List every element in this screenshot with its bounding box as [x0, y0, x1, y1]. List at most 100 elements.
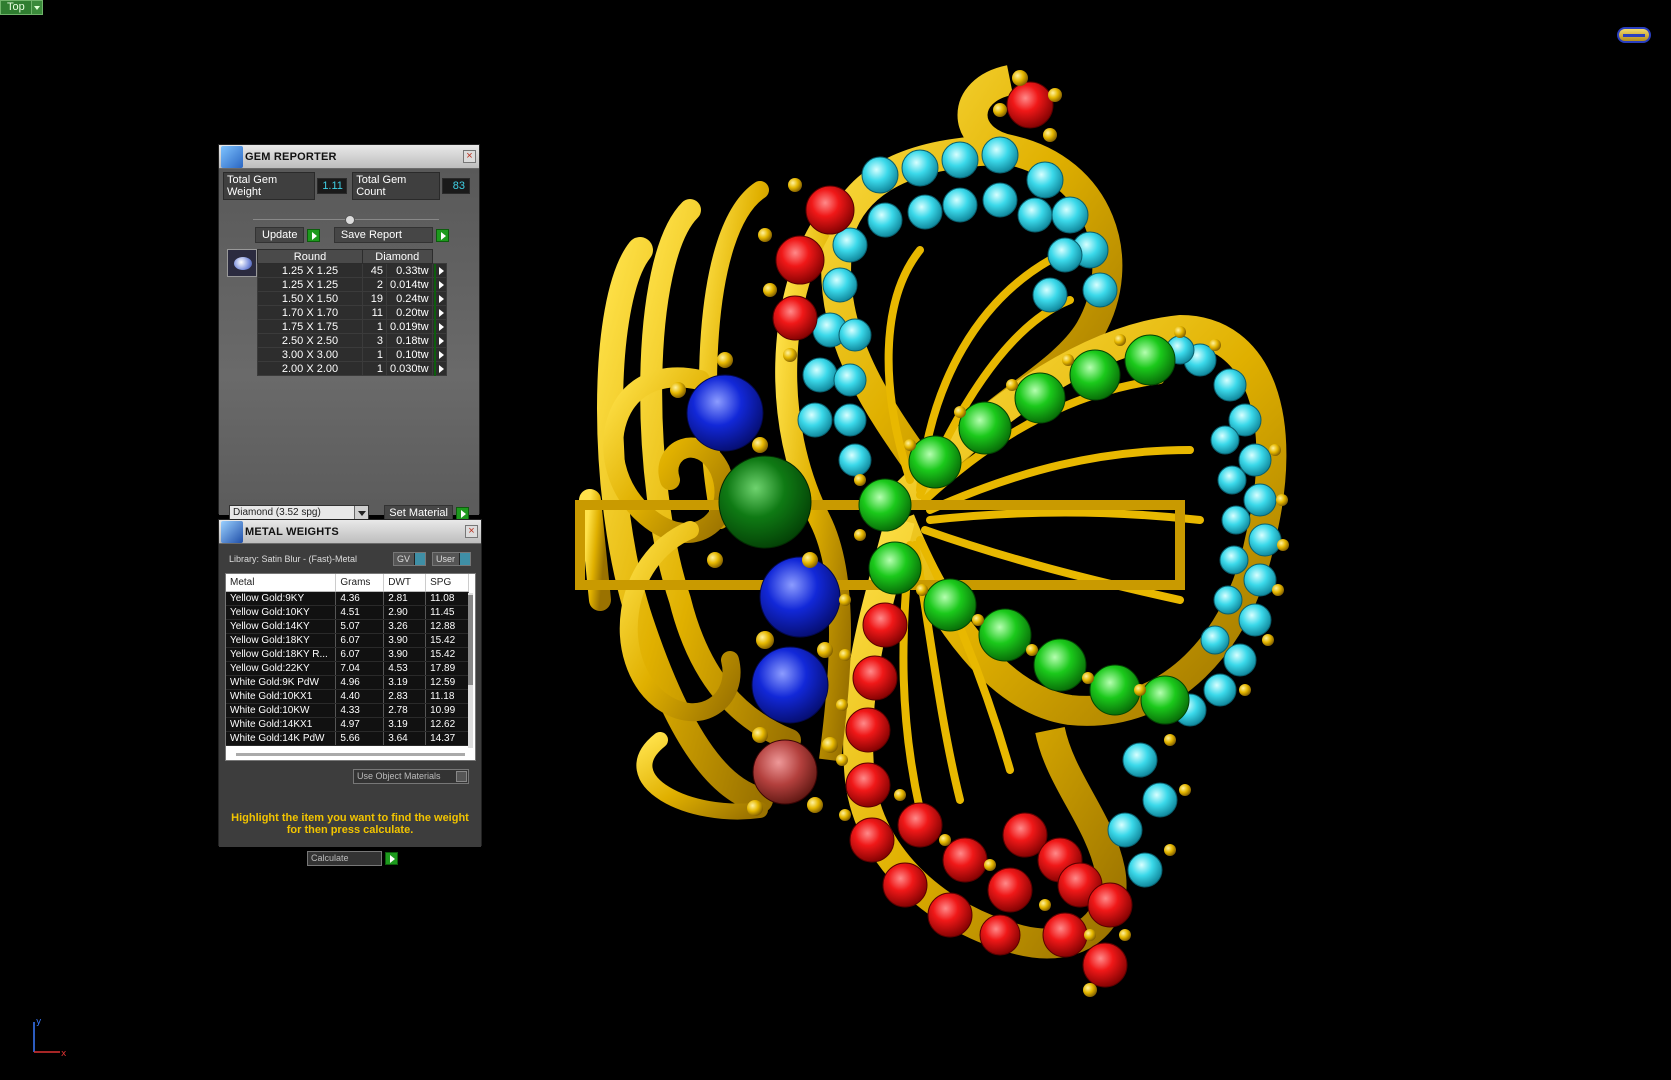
total-gem-count-label: Total Gem Count — [352, 172, 440, 200]
round-gem-shape-icon[interactable] — [227, 249, 257, 277]
gem-size: 1.70 X 1.70 — [257, 305, 363, 320]
metal-weights-panel: METAL WEIGHTS × Library: Satin Blur - (F… — [218, 519, 482, 866]
svg-text:y: y — [36, 1017, 42, 1027]
metal-weights-titlebar[interactable]: METAL WEIGHTS × — [219, 520, 481, 544]
gem-row[interactable]: 2.50 X 2.50 3 0.18tw — [257, 333, 447, 348]
checkbox-icon[interactable] — [456, 771, 467, 782]
gem-row[interactable]: 2.00 X 2.00 1 0.030tw — [257, 361, 447, 376]
play-icon[interactable] — [433, 263, 436, 278]
gem-row-select[interactable] — [431, 333, 447, 348]
metal-row[interactable]: White Gold:14K PdW 5.66 3.64 14.37 — [226, 731, 469, 746]
column-header-dwt[interactable]: DWT — [383, 574, 427, 592]
gem-row[interactable]: 3.00 X 3.00 1 0.10tw — [257, 347, 447, 362]
metal-grams: 5.66 — [335, 731, 385, 746]
metal-row[interactable]: Yellow Gold:9KY 4.36 2.81 11.08 — [226, 591, 469, 606]
metal-row[interactable]: White Gold:14KX1 4.97 3.19 12.62 — [226, 717, 469, 732]
metal-row[interactable]: Yellow Gold:14KY 5.07 3.26 12.88 — [226, 619, 469, 634]
metal-dwt: 3.26 — [383, 619, 427, 634]
instruction-text: Highlight the item you want to find the … — [231, 812, 469, 836]
gem-weight: 0.24tw — [386, 291, 433, 306]
gv-label: GV — [396, 554, 410, 564]
play-icon[interactable] — [433, 277, 436, 292]
gem-count: 1 — [362, 319, 387, 334]
play-icon[interactable] — [433, 319, 436, 334]
metal-row[interactable]: Yellow Gold:18KY 6.07 3.90 15.42 — [226, 633, 469, 648]
play-icon[interactable] — [433, 361, 436, 376]
column-header-spg[interactable]: SPG — [425, 574, 469, 592]
total-gem-count-value: 83 — [442, 178, 470, 194]
gem-row[interactable]: 1.25 X 1.25 2 0.014tw — [257, 277, 447, 292]
use-object-materials-label: Use Object Materials — [357, 771, 441, 781]
metal-list-scrollbar[interactable] — [468, 593, 473, 748]
metal-spg: 11.45 — [425, 605, 469, 620]
viewport-label[interactable]: Top — [0, 0, 43, 15]
metal-row[interactable]: Yellow Gold:22KY 7.04 4.53 17.89 — [226, 661, 469, 676]
column-header-grams[interactable]: Grams — [335, 574, 385, 592]
calculate-play-icon[interactable] — [385, 852, 398, 865]
metal-name: White Gold:9K PdW — [226, 675, 337, 690]
use-object-materials-checkbox[interactable]: Use Object Materials — [353, 769, 469, 784]
column-header-material: Diamond — [362, 249, 433, 264]
calculate-button[interactable]: Calculate — [307, 851, 398, 866]
update-button[interactable]: Update — [255, 227, 321, 243]
metal-list-hscrollbar[interactable] — [236, 753, 465, 756]
gv-toggle[interactable]: GV — [392, 552, 426, 566]
panel-resize-handle[interactable] — [345, 215, 355, 225]
metal-row[interactable]: White Gold:9K PdW 4.96 3.19 12.59 — [226, 675, 469, 690]
update-play-icon[interactable] — [307, 228, 321, 242]
set-material-play-icon[interactable] — [456, 506, 469, 520]
save-report-button[interactable]: Save Report — [333, 227, 449, 243]
gem-row[interactable]: 1.70 X 1.70 11 0.20tw — [257, 305, 447, 320]
gem-count: 2 — [362, 277, 387, 292]
metal-grams: 4.51 — [335, 605, 385, 620]
metal-name: White Gold:10KX1 — [226, 689, 337, 704]
chevron-down-icon[interactable] — [354, 506, 368, 520]
save-report-play-icon[interactable] — [436, 228, 449, 242]
total-gem-weight-value: 1.11 — [317, 178, 348, 194]
metal-grams: 6.07 — [335, 647, 385, 662]
metal-spg: 15.42 — [425, 633, 469, 648]
gv-indicator-icon — [413, 553, 425, 565]
gem-row[interactable]: 1.50 X 1.50 19 0.24tw — [257, 291, 447, 306]
gem-row-select[interactable] — [431, 347, 447, 362]
gem-row[interactable]: 1.25 X 1.25 45 0.33tw — [257, 263, 447, 278]
gem-row-select[interactable] — [431, 361, 447, 376]
gem-row-select[interactable] — [431, 263, 447, 278]
gem-row[interactable]: 1.75 X 1.75 1 0.019tw — [257, 319, 447, 334]
metal-name: Yellow Gold:18KY R... — [226, 647, 337, 662]
play-icon[interactable] — [433, 291, 436, 306]
gem-row-select[interactable] — [431, 305, 447, 320]
metal-name: Yellow Gold:18KY — [226, 633, 337, 648]
play-icon[interactable] — [433, 347, 436, 362]
metal-row[interactable]: White Gold:10KX1 4.40 2.83 11.18 — [226, 689, 469, 704]
metal-row[interactable]: Yellow Gold:10KY 4.51 2.90 11.45 — [226, 605, 469, 620]
metal-name: White Gold:14K PdW — [226, 731, 337, 746]
metal-row[interactable]: White Gold:10KW 4.33 2.78 10.99 — [226, 703, 469, 718]
play-icon[interactable] — [433, 333, 436, 348]
metal-grams: 4.96 — [335, 675, 385, 690]
gem-size: 1.50 X 1.50 — [257, 291, 363, 306]
metal-list[interactable]: Metal Grams DWT SPG Yellow Gold:9KY 4.36 2… — [225, 573, 476, 761]
gem-reporter-close-button[interactable]: × — [463, 150, 476, 163]
gem-count: 19 — [362, 291, 387, 306]
gem-reporter-titlebar[interactable]: GEM REPORTER × — [219, 145, 479, 169]
metal-row[interactable]: Yellow Gold:18KY R... 6.07 3.90 15.42 — [226, 647, 469, 662]
gem-row-select[interactable] — [431, 291, 447, 306]
gem-weight: 0.33tw — [386, 263, 433, 278]
gem-reporter-panel: GEM REPORTER × Total Gem Weight 1.11 Tot… — [218, 144, 480, 521]
metal-weights-close-button[interactable]: × — [465, 525, 478, 538]
navigation-widget-icon[interactable] — [1617, 27, 1651, 43]
viewport-name[interactable]: Top — [0, 0, 32, 15]
metal-dwt: 2.81 — [383, 591, 427, 606]
metal-weights-title: METAL WEIGHTS — [245, 525, 339, 538]
column-header-metal[interactable]: Metal — [226, 574, 337, 592]
gem-row-select[interactable] — [431, 277, 447, 292]
material-select-value: Diamond (3.52 spg) — [233, 507, 321, 518]
gem-row-select[interactable] — [431, 319, 447, 334]
user-toggle[interactable]: User — [431, 552, 471, 566]
play-icon[interactable] — [433, 305, 436, 320]
viewport-dropdown-icon[interactable] — [31, 0, 43, 15]
metal-name: Yellow Gold:22KY — [226, 661, 337, 676]
user-indicator-icon — [459, 553, 470, 565]
metal-grams: 6.07 — [335, 633, 385, 648]
